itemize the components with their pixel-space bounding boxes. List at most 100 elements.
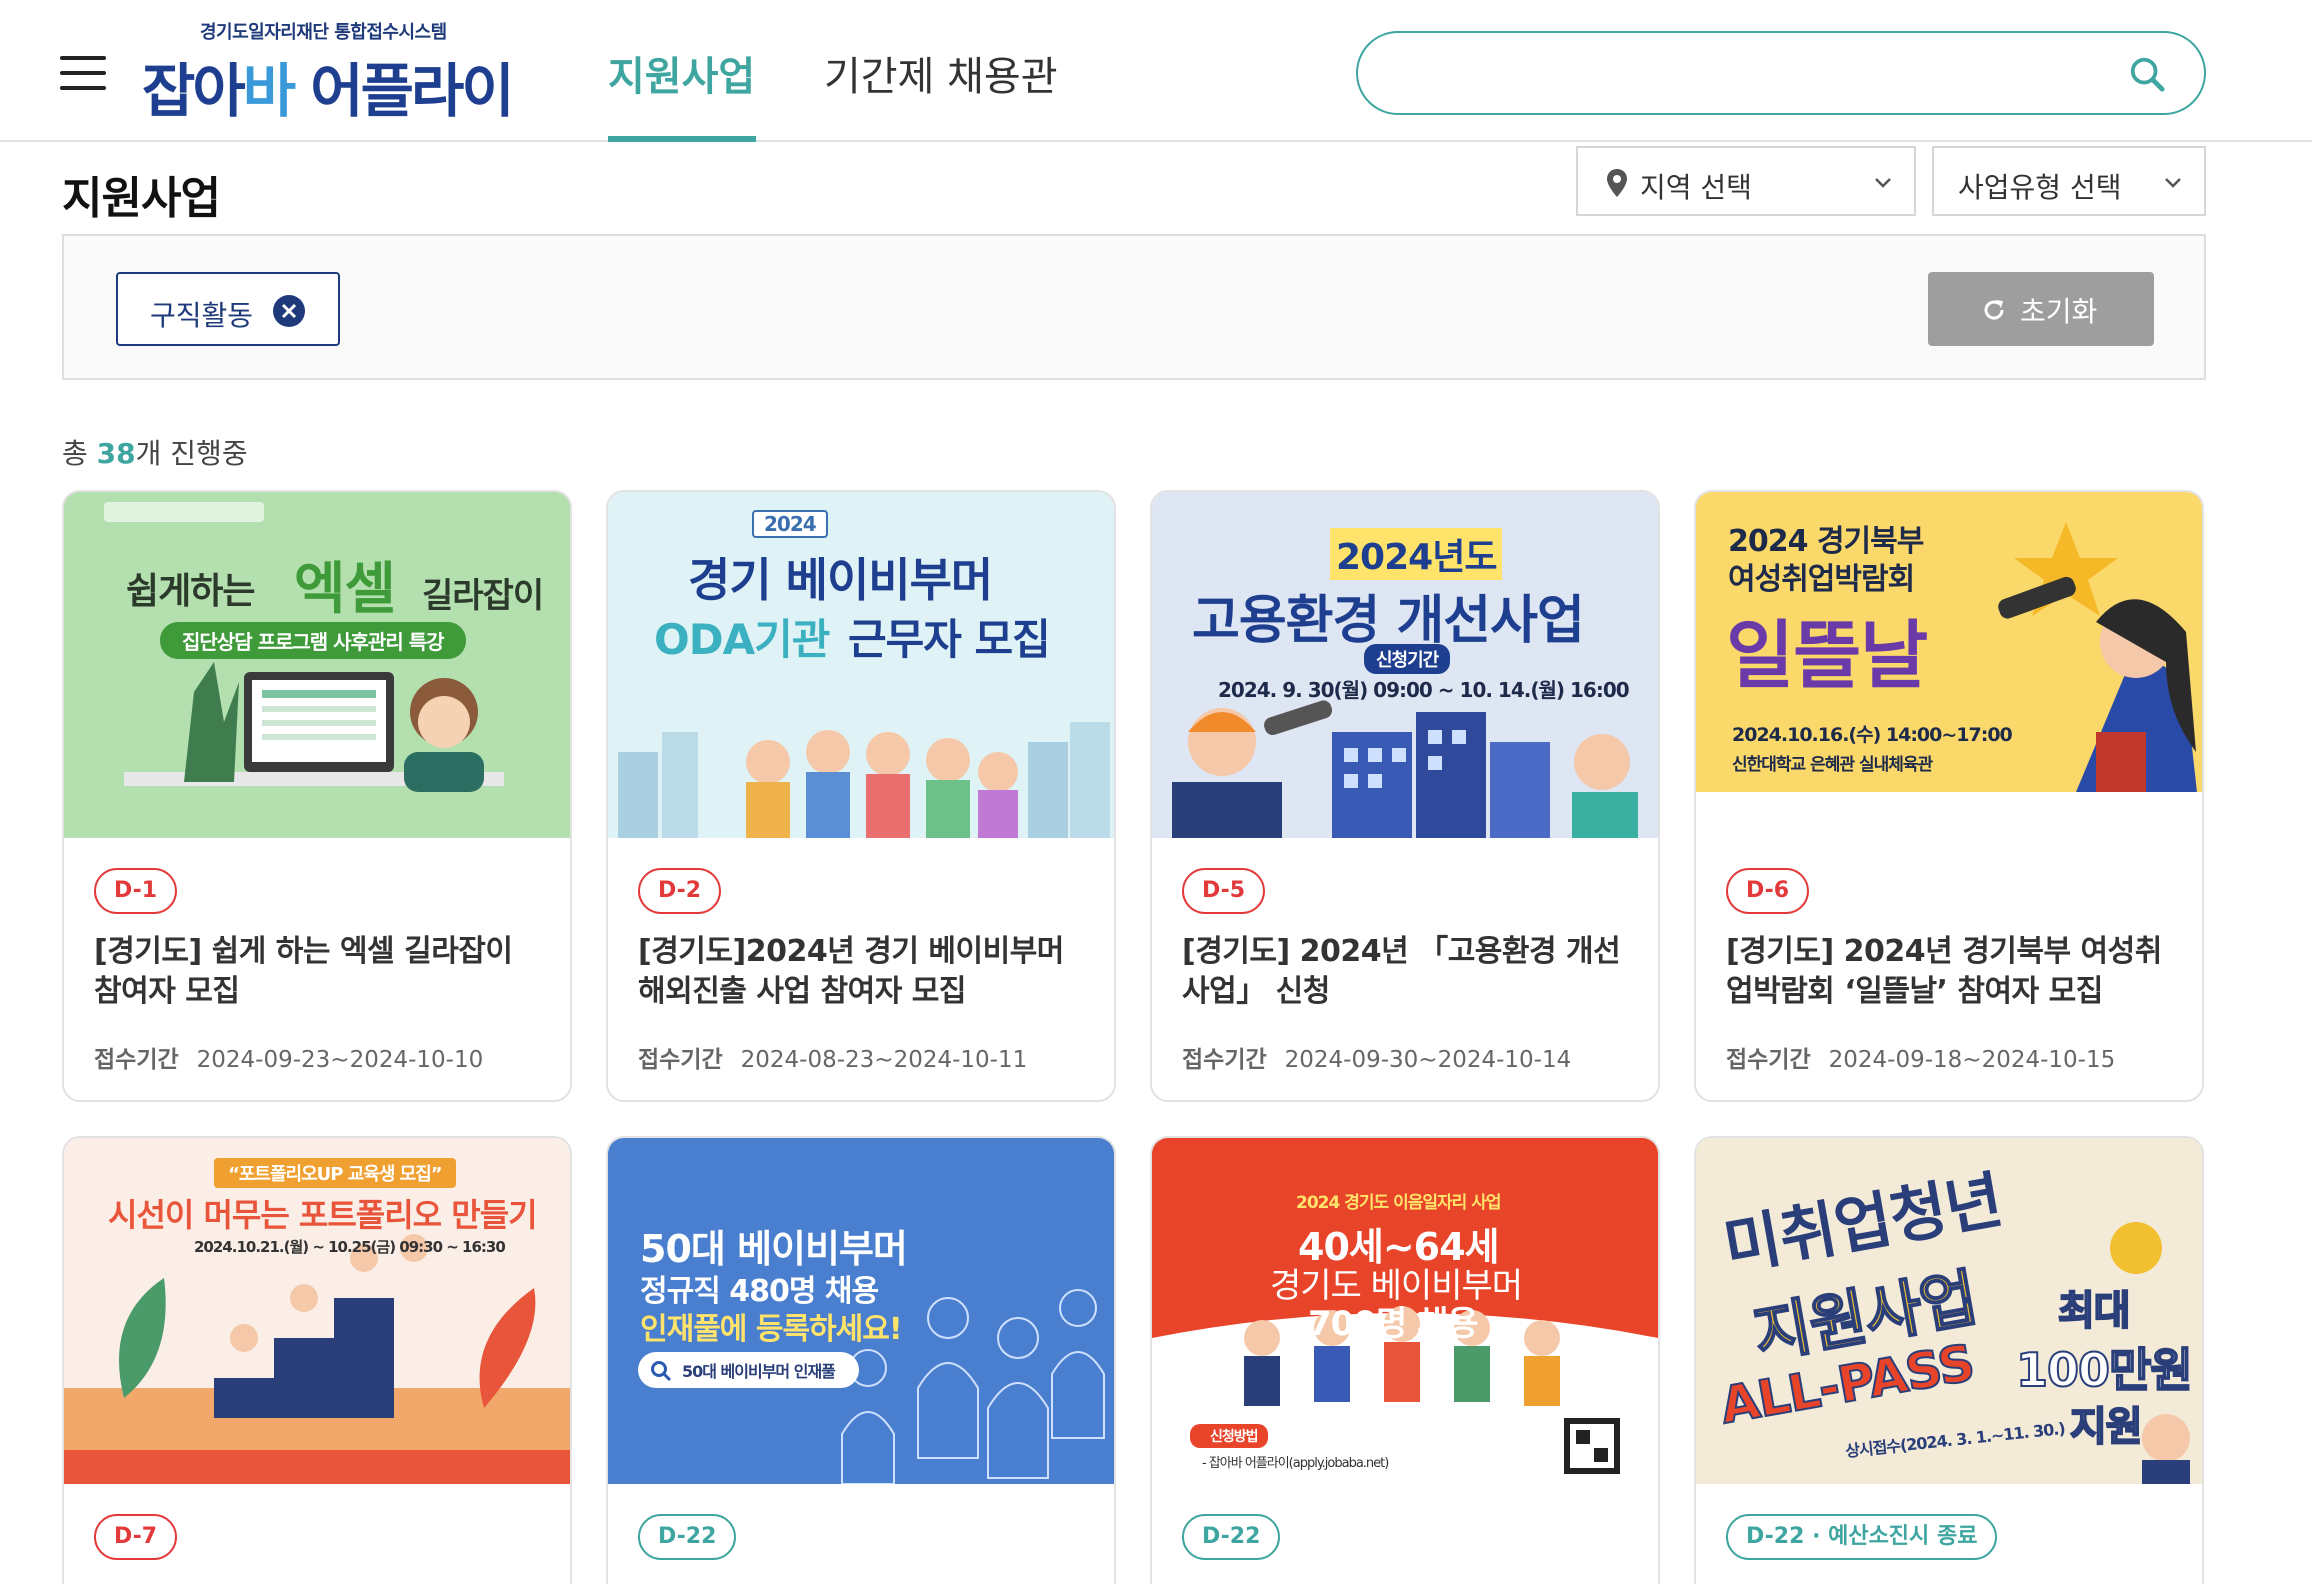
logo-title-c: 어플라이 (293, 57, 514, 125)
deadline-badge: D-22 (1182, 1514, 1281, 1560)
thumb-text-1: 쉽게하는 (126, 571, 255, 612)
card-thumbnail: “포트폴리오UP 교육생 모집” 시선이 머무는 포트폴리오 만들기 2024.… (64, 1138, 570, 1484)
search-box (1356, 31, 2206, 115)
card-thumbnail: 2024 경기도 이음일자리 사업 40세~64세 경기도 베이비부머 700명… (1152, 1138, 1658, 1484)
site-logo[interactable]: 경기도일자리재단 통합접수시스템 잡아바 어플라이 (142, 14, 522, 125)
deadline-badge: D-22 · 예산소진시 종료 (1726, 1514, 1998, 1560)
page-title: 지원사업 (62, 173, 221, 224)
search-input[interactable] (1388, 47, 2108, 99)
business-type-select-label: 사업유형 선택 (1958, 171, 2122, 204)
card-period: 접수기간 2024-09-18~2024-10-15 (1726, 1040, 2115, 1074)
reset-button[interactable]: 초기화 (1928, 272, 2154, 346)
refresh-icon (1984, 300, 2004, 320)
location-pin-icon (1607, 169, 1627, 197)
thumb-text-3: 인재풀에 등록하세요! (640, 1312, 903, 1347)
reset-button-label: 초기화 (2020, 295, 2098, 328)
thumb-text-4: 2024.10.16.(수) 14:00~17:00 (1732, 724, 2013, 746)
card-thumbnail: 2024 경기북부 여성취업박람회 일뜰날 2024.10.16.(수) 14:… (1696, 492, 2202, 838)
thumb-text-3: ODA기관 (654, 615, 830, 664)
filter-chip-job-search[interactable]: 구직활동 (116, 272, 340, 346)
thumb-text-1: 2024 경기도 이음일자리 사업 (1296, 1193, 1501, 1213)
thumb-text-3: 일뜰날 (1726, 613, 1928, 699)
card-thumbnail: 2024 경기 베이비부머 ODA기관 근무자 모집 (608, 492, 1114, 838)
card-title: [경기도]2024년 경기 베이비부머 해외진출 사업 참여자 모집 (638, 934, 1064, 1009)
card-title: [경기도] 2024년 경기북부 여성취업박람회 ‘일뜰날’ 참여자 모집 (1726, 934, 2162, 1009)
thumb-text-2: 여성취업박람회 (1728, 562, 1915, 597)
count-suffix: 개 진행중 (135, 437, 248, 470)
tab-fixed-term-jobs[interactable]: 기간제 채용관 (824, 44, 1058, 102)
top-header: 경기도일자리재단 통합접수시스템 잡아바 어플라이 지원사업 기간제 채용관 (0, 0, 2312, 142)
thumb-text-3: 2024.10.21.(월) ~ 10.25(금) 09:30 ~ 16:30 (194, 1238, 506, 1256)
card-thumbnail: 50대 베이비부머 정규직 480명 채용 인재풀에 등록하세요! 50대 베이… (608, 1138, 1114, 1484)
program-card[interactable]: 2024 경기북부 여성취업박람회 일뜰날 2024.10.16.(수) 14:… (1694, 490, 2204, 1102)
region-select[interactable]: 지역 선택 (1576, 146, 1916, 216)
deadline-badge: D-1 (94, 868, 178, 914)
card-thumbnail: 쉽게하는 엑셀 길라잡이 집단상담 프로그램 사후관리 특강 (64, 492, 570, 838)
thumb-text-3: 길라잡이 (422, 576, 544, 616)
card-period: 접수기간 2024-09-30~2024-10-14 (1182, 1040, 1571, 1074)
program-card[interactable]: 2024년도 고용환경 개선사업 신청기간 2024. 9. 30(월) 09:… (1150, 490, 1660, 1102)
thumb-text-1: 50대 베이비부머 (640, 1227, 908, 1271)
business-type-select[interactable]: 사업유형 선택 (1932, 146, 2206, 216)
result-count: 총 38개 진행중 (62, 432, 248, 472)
thumb-text-4: 근무자 모집 (848, 615, 1051, 664)
card-title: [경기도] 2024년 「고용환경 개선사업」 신청 (1182, 934, 1621, 1009)
thumb-text-2: 고용환경 개선사업 (1192, 591, 1585, 651)
card-period: 접수기간 2024-08-23~2024-10-11 (638, 1040, 1027, 1074)
thumb-text-2: 시선이 머무는 포트폴리오 만들기 (108, 1196, 538, 1234)
thumb-text-1: 2024 (752, 510, 828, 538)
thumb-text-2: 엑셀 (294, 557, 396, 622)
program-card[interactable]: 2024 경기 베이비부머 ODA기관 근무자 모집 D-2 [경기도]2024… (606, 490, 1116, 1102)
period-label: 접수기간 (94, 1047, 179, 1073)
count-prefix: 총 (62, 437, 97, 470)
card-thumbnail: 2024년도 고용환경 개선사업 신청기간 2024. 9. 30(월) 09:… (1152, 492, 1658, 838)
period-value: 2024-09-23~2024-10-10 (196, 1047, 484, 1073)
program-card[interactable]: 2024 경기도 이음일자리 사업 40세~64세 경기도 베이비부머 700명… (1150, 1136, 1660, 1584)
deadline-badge: D-22 (638, 1514, 737, 1560)
filter-chip-label: 구직활동 (150, 299, 254, 332)
program-card[interactable]: 쉽게하는 엑셀 길라잡이 집단상담 프로그램 사후관리 특강 D-1 [경기도]… (62, 490, 572, 1102)
chevron-down-icon (1875, 178, 1891, 188)
thumb-text-1: “포트폴리오UP 교육생 모집” (214, 1158, 456, 1188)
chevron-down-icon (2165, 178, 2181, 188)
menu-icon[interactable] (60, 56, 106, 90)
search-icon (651, 1361, 672, 1382)
period-label: 접수기간 (638, 1047, 723, 1073)
card-period: 접수기간 2024-09-23~2024-10-10 (94, 1040, 483, 1074)
program-card[interactable]: 50대 베이비부머 정규직 480명 채용 인재풀에 등록하세요! 50대 베이… (606, 1136, 1116, 1584)
thumb-text-4: 최대 (2057, 1287, 2132, 1335)
thumb-text-5: 신한대학교 은혜관 실내체육관 (1732, 755, 1933, 775)
logo-title-a: 잡아 (142, 57, 246, 125)
card-title: [경기도] 쉽게 하는 엑셀 길라잡이 참여자 모집 (94, 934, 513, 1009)
logo-subtitle: 경기도일자리재단 통합접수시스템 (200, 22, 447, 43)
period-value: 2024-08-23~2024-10-11 (740, 1047, 1028, 1073)
thumb-text-4: 2024. 9. 30(월) 09:00 ~ 10. 14.(월) 16:00 (1218, 678, 1630, 702)
thumb-text-1: 2024년도 (1330, 528, 1503, 580)
card-thumbnail: 미취업청년 지원사업 ALL-PASS 최대 100만원 지원 상시접수(202… (1696, 1138, 2202, 1484)
thumb-text-6: 지원 (2069, 1403, 2144, 1451)
active-filters-panel: 구직활동 초기화 (62, 234, 2206, 380)
count-number: 38 (96, 437, 136, 470)
active-tab-indicator (608, 136, 756, 142)
thumb-text-6: - 잡아바 어플라이(apply.jobaba.net) (1202, 1456, 1389, 1471)
period-label: 접수기간 (1726, 1047, 1811, 1073)
deadline-badge: D-7 (94, 1514, 178, 1560)
thumb-text-5: 신청방법 (1190, 1424, 1268, 1448)
deadline-badge: D-6 (1726, 868, 1810, 914)
period-label: 접수기간 (1182, 1047, 1267, 1073)
program-card[interactable]: “포트폴리오UP 교육생 모집” 시선이 머무는 포트폴리오 만들기 2024.… (62, 1136, 572, 1584)
close-icon[interactable] (272, 294, 306, 328)
deadline-badge: D-2 (638, 868, 722, 914)
period-value: 2024-09-30~2024-10-14 (1284, 1047, 1572, 1073)
logo-title-b: 바 (242, 57, 296, 125)
thumb-text-4: 700명 채용 (1308, 1304, 1479, 1344)
period-value: 2024-09-18~2024-10-15 (1828, 1047, 2116, 1073)
thumb-text-4: 집단상담 프로그램 사후관리 특강 (160, 622, 466, 659)
tab-support-programs[interactable]: 지원사업 (608, 44, 755, 102)
search-icon[interactable] (2128, 55, 2166, 93)
program-card[interactable]: 미취업청년 지원사업 ALL-PASS 최대 100만원 지원 상시접수(202… (1694, 1136, 2204, 1584)
thumb-text-5: 100만원 (2015, 1342, 2194, 1398)
logo-title: 잡아바 어플라이 (142, 44, 515, 128)
thumb-text-2: 경기 베이비부머 (688, 553, 993, 607)
deadline-badge: D-5 (1182, 868, 1266, 914)
